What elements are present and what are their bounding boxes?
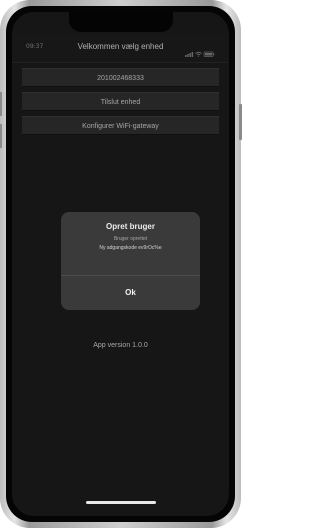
alert-subtitle: Bruger oprettet	[113, 236, 148, 242]
volume-up-button	[0, 92, 2, 116]
app-screen: 09:37 Velkommen vælg enhed 201002468333 …	[12, 12, 229, 516]
volume-down-button	[0, 124, 2, 148]
alert-title: Opret bruger	[106, 222, 155, 231]
home-indicator[interactable]	[85, 501, 156, 504]
create-user-alert: Opret bruger Bruger oprettet Ny adgangsk…	[61, 212, 200, 310]
power-button	[239, 104, 242, 140]
alert-message: Ny adgangskode ev9rOc%e	[99, 245, 162, 251]
phone-frame: 09:37 Velkommen vælg enhed 201002468333 …	[0, 0, 242, 528]
app-version-label: App version 1.0.0	[93, 342, 148, 349]
ok-button[interactable]: Ok	[61, 276, 200, 310]
